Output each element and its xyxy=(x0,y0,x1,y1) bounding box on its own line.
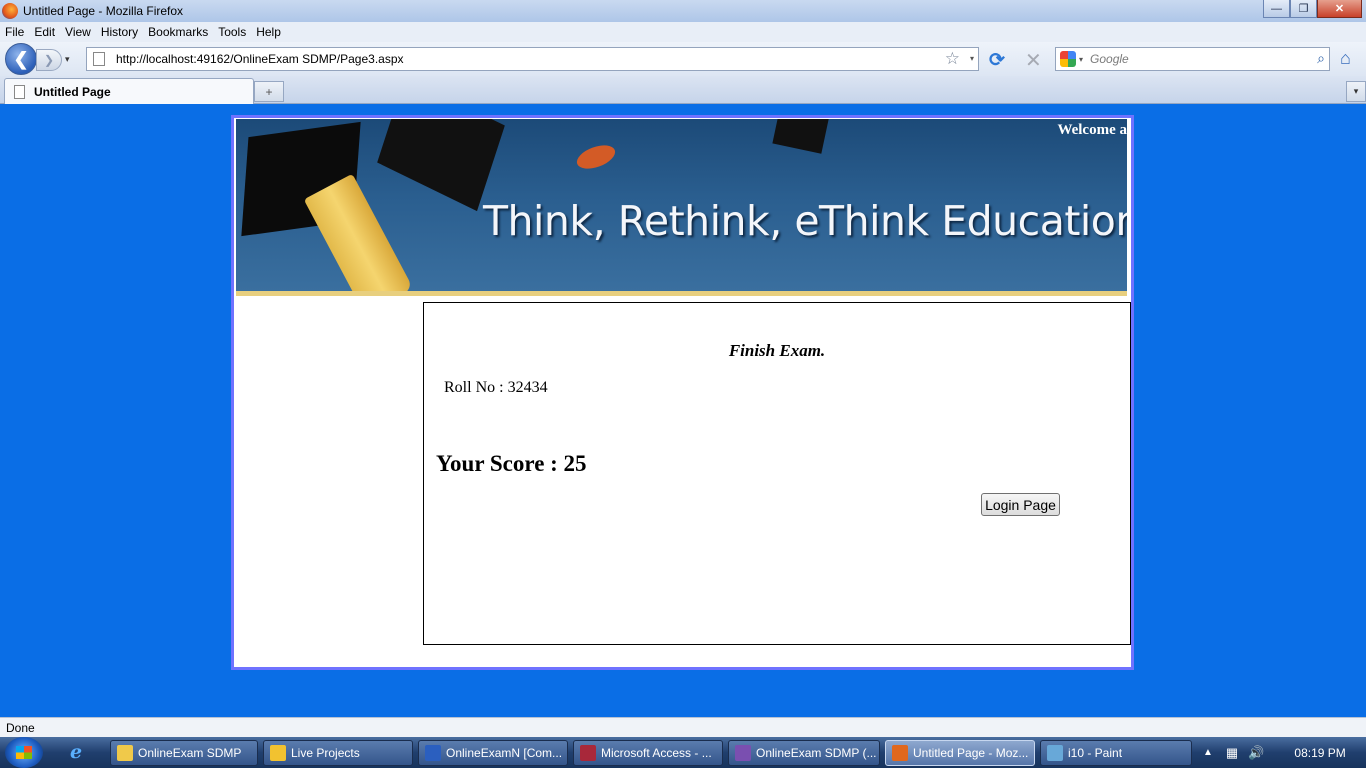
visual-studio-icon xyxy=(735,745,751,761)
taskbar-item-label: Microsoft Access - ... xyxy=(601,746,712,760)
reload-icon[interactable]: ⟳ xyxy=(989,49,1005,72)
tassel-image xyxy=(573,140,619,174)
page-icon xyxy=(14,84,25,99)
tassel-image xyxy=(303,173,414,291)
minimize-button[interactable]: — xyxy=(1263,0,1290,18)
menu-view[interactable]: View xyxy=(60,25,96,39)
tab-untitled-page[interactable]: Untitled Page xyxy=(4,78,254,104)
system-tray: ▲ ▦ 🔊 08:19 PM xyxy=(1197,737,1366,768)
start-button[interactable] xyxy=(5,737,43,768)
welcome-text: Welcome a xyxy=(1057,122,1127,138)
search-engine-dropdown-icon[interactable]: ▾ xyxy=(1079,55,1083,64)
score-display: Your Score : 25 xyxy=(436,451,587,476)
search-bar[interactable]: ▾ Google ⌕ xyxy=(1055,47,1330,71)
login-page-button[interactable]: Login Page xyxy=(981,493,1060,516)
taskbar-item-label: Untitled Page - Moz... xyxy=(913,746,1029,760)
menu-tools[interactable]: Tools xyxy=(213,25,251,39)
page-icon xyxy=(93,52,105,66)
tab-list-button[interactable]: ▾ xyxy=(1346,81,1366,102)
taskbar-item-live-projects[interactable]: Live Projects xyxy=(263,740,413,766)
menu-bookmarks[interactable]: Bookmarks xyxy=(143,25,213,39)
taskbar-item-paint[interactable]: i10 - Paint xyxy=(1040,740,1192,766)
taskbar-item-label: i10 - Paint xyxy=(1068,746,1123,760)
taskbar-item-onlineexam-folder[interactable]: OnlineExam SDMP xyxy=(110,740,258,766)
search-input[interactable]: Google xyxy=(1090,52,1129,66)
clock[interactable]: 08:19 PM xyxy=(1294,746,1345,760)
banner-slogan: Think, Rethink, eThink Education xyxy=(483,197,1127,245)
banner-divider xyxy=(236,291,1127,296)
volume-icon[interactable]: 🔊 xyxy=(1248,745,1264,761)
page-title: Finish Exam. xyxy=(728,341,826,360)
taskbar-item-label: OnlineExamN [Com... xyxy=(446,746,563,760)
menu-file[interactable]: File xyxy=(0,25,29,39)
google-icon[interactable] xyxy=(1060,51,1076,67)
roll-number: Roll No : 32434 xyxy=(444,379,548,396)
status-bar: Done xyxy=(0,717,1366,737)
firefox-icon xyxy=(892,745,908,761)
navigation-toolbar: ❮ ❯ ▾ http://localhost:49162/OnlineExam … xyxy=(0,42,1366,76)
search-icon[interactable]: ⌕ xyxy=(1317,50,1325,67)
url-text[interactable]: http://localhost:49162/OnlineExam SDMP/P… xyxy=(116,52,404,66)
paint-icon xyxy=(1047,745,1063,761)
taskbar-item-label: OnlineExam SDMP (... xyxy=(756,746,877,760)
graduation-cap-image xyxy=(772,119,830,154)
network-icon[interactable]: ▦ xyxy=(1226,745,1238,761)
menu-history[interactable]: History xyxy=(96,25,143,39)
tab-bar: Untitled Page + ▾ xyxy=(0,76,1366,104)
back-button[interactable]: ❮ xyxy=(5,43,37,75)
taskbar-item-visual-studio[interactable]: OnlineExam SDMP (... xyxy=(728,740,880,766)
url-bar[interactable]: http://localhost:49162/OnlineExam SDMP/P… xyxy=(86,47,979,71)
page-viewport: Welcome a Think, Rethink, eThink Educati… xyxy=(0,104,1366,717)
url-dropdown-icon[interactable]: ▾ xyxy=(970,54,974,63)
taskbar-item-word[interactable]: OnlineExamN [Com... xyxy=(418,740,568,766)
result-panel: Finish Exam. Roll No : 32434 Your Score … xyxy=(423,302,1131,645)
maximize-button[interactable]: ❐ xyxy=(1290,0,1317,18)
show-hidden-icons-icon[interactable]: ▲ xyxy=(1203,747,1213,758)
stop-icon[interactable]: ✕ xyxy=(1025,48,1042,73)
taskbar-item-access[interactable]: Microsoft Access - ... xyxy=(573,740,723,766)
folder-icon xyxy=(117,745,133,761)
history-dropdown-icon[interactable]: ▾ xyxy=(65,54,70,65)
menu-bar: File Edit View History Bookmarks Tools H… xyxy=(0,22,1366,42)
window-controls: — ❐ ✕ xyxy=(1263,0,1362,18)
forward-button[interactable]: ❯ xyxy=(36,49,62,71)
star-icon xyxy=(270,745,286,761)
word-icon xyxy=(425,745,441,761)
menu-help[interactable]: Help xyxy=(251,25,286,39)
menu-edit[interactable]: Edit xyxy=(29,25,60,39)
window-title: Untitled Page - Mozilla Firefox xyxy=(23,4,184,18)
home-icon[interactable]: ⌂ xyxy=(1340,48,1351,69)
bookmark-star-icon[interactable]: ☆ xyxy=(945,49,960,69)
window-titlebar: Untitled Page - Mozilla Firefox — ❐ ✕ xyxy=(0,0,1366,22)
taskbar-item-label: OnlineExam SDMP xyxy=(138,746,242,760)
tab-label: Untitled Page xyxy=(34,84,111,99)
header-banner: Welcome a Think, Rethink, eThink Educati… xyxy=(236,119,1127,291)
taskbar-item-label: Live Projects xyxy=(291,746,360,760)
firefox-icon xyxy=(2,3,18,19)
close-button[interactable]: ✕ xyxy=(1317,0,1362,18)
page-container: Welcome a Think, Rethink, eThink Educati… xyxy=(231,115,1134,670)
taskbar-item-firefox[interactable]: Untitled Page - Moz... xyxy=(885,740,1035,766)
taskbar: e OnlineExam SDMP Live Projects OnlineEx… xyxy=(0,737,1366,768)
internet-explorer-icon[interactable]: e xyxy=(70,741,82,763)
status-text: Done xyxy=(6,720,35,735)
access-icon xyxy=(580,745,596,761)
new-tab-button[interactable]: + xyxy=(254,81,284,102)
